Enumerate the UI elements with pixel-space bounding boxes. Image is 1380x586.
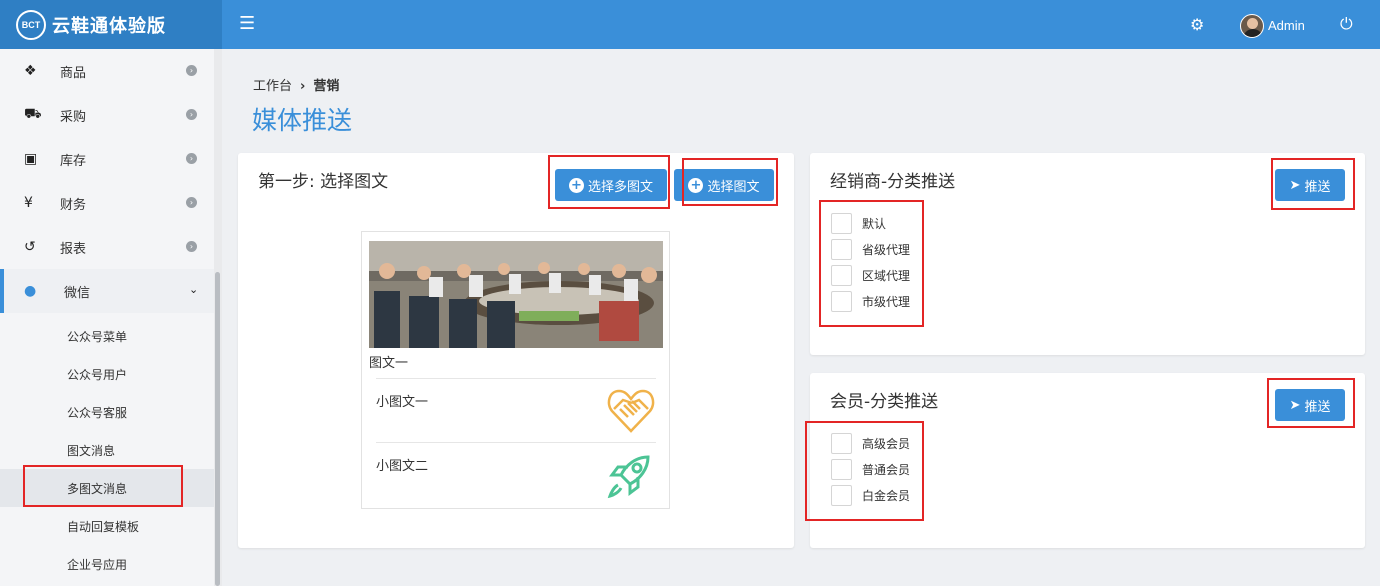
news-sub-item[interactable]: 小图文二 (376, 442, 656, 506)
sidebar-item-label: 财务 (60, 197, 87, 213)
page-title: 媒体推送 (252, 106, 353, 135)
highlight-box (819, 200, 924, 327)
menu-toggle-icon[interactable]: ☰ (239, 15, 255, 33)
sidebar-subitem[interactable]: 公众号菜单 (0, 317, 214, 355)
news-preview-card[interactable]: 图文一 小图文一 小图文二 (361, 231, 670, 509)
brand-logo-icon: BCT (16, 9, 46, 40)
rocket-icon (607, 455, 650, 499)
cubes-icon: ❖ (24, 63, 37, 79)
sidebar-subitem[interactable]: 图文消息 (0, 431, 214, 469)
sidebar-subitem[interactable]: 企业号应用 (0, 545, 214, 583)
member-panel-title: 会员-分类推送 (830, 392, 939, 412)
sidebar-item-label: 库存 (60, 153, 87, 169)
sidebar-item-reports[interactable]: ↺ 报表 › (0, 225, 214, 269)
dealer-panel-title: 经销商-分类推送 (830, 172, 956, 192)
sidebar-item-label: 商品 (60, 65, 87, 81)
chevron-right-icon: › (186, 197, 197, 208)
breadcrumb: 工作台 › 营销 (253, 75, 339, 94)
news-sub-title: 小图文一 (376, 395, 429, 410)
sidebar-subitem[interactable]: 自动回复模板 (0, 507, 214, 545)
power-icon[interactable]: ⏻ (1340, 14, 1353, 34)
sidebar-item-inventory[interactable]: ▣ 库存 › (0, 137, 214, 181)
brand[interactable]: BCT 云鞋通体验版 (0, 0, 222, 49)
sidebar-item-wechat[interactable]: ● 微信 ⌄ (0, 269, 214, 313)
news-cover-image (369, 241, 663, 348)
archive-icon: ▣ (24, 151, 38, 167)
sidebar-item-label: 采购 (60, 109, 87, 125)
breadcrumb-separator-icon: › (300, 79, 306, 94)
breadcrumb-home[interactable]: 工作台 (253, 79, 292, 94)
gear-icon[interactable]: ⚙ (1190, 15, 1204, 34)
sidebar-item-label: 报表 (60, 241, 87, 257)
history-icon: ↺ (24, 239, 36, 255)
highlight-box (1271, 158, 1355, 210)
cart-icon: ⛟ (24, 106, 42, 122)
avatar[interactable] (1240, 14, 1264, 38)
news-sub-title: 小图文二 (376, 459, 429, 474)
chevron-right-icon: › (186, 241, 197, 252)
sidebar-item-finance[interactable]: ¥ 财务 › (0, 181, 214, 225)
highlight-box (805, 421, 924, 521)
sidebar-subitem[interactable]: 公众号用户 (0, 355, 214, 393)
sidebar-item-purchase[interactable]: ⛟ 采购 › (0, 93, 214, 137)
highlight-box (23, 465, 183, 507)
step-panel-title: 第一步: 选择图文 (258, 172, 389, 192)
top-bar: BCT 云鞋通体验版 ☰ ⚙ Admin ⏻ (0, 0, 1380, 49)
chevron-down-icon: ⌄ (189, 283, 199, 296)
user-name[interactable]: Admin (1268, 18, 1305, 33)
sidebar-item-label: 微信 (64, 285, 91, 301)
news-sub-item[interactable]: 小图文一 (376, 378, 656, 442)
chevron-right-icon: › (186, 153, 197, 164)
chevron-right-icon: › (186, 65, 197, 76)
highlight-box (682, 158, 778, 206)
sidebar-subitem[interactable]: 公众号客服 (0, 393, 214, 431)
highlight-box (548, 155, 670, 209)
highlight-box (1267, 378, 1355, 428)
sidebar-scroll-thumb[interactable] (215, 272, 220, 586)
breadcrumb-current: 营销 (313, 79, 340, 94)
brand-name: 云鞋通体验版 (52, 15, 166, 37)
chevron-right-icon: › (186, 109, 197, 120)
news-main-title: 图文一 (369, 356, 409, 371)
yen-icon: ¥ (24, 195, 33, 211)
handshake-heart-icon (607, 389, 655, 433)
wechat-icon: ● (24, 283, 37, 299)
sidebar-item-goods[interactable]: ❖ 商品 › (0, 49, 214, 93)
